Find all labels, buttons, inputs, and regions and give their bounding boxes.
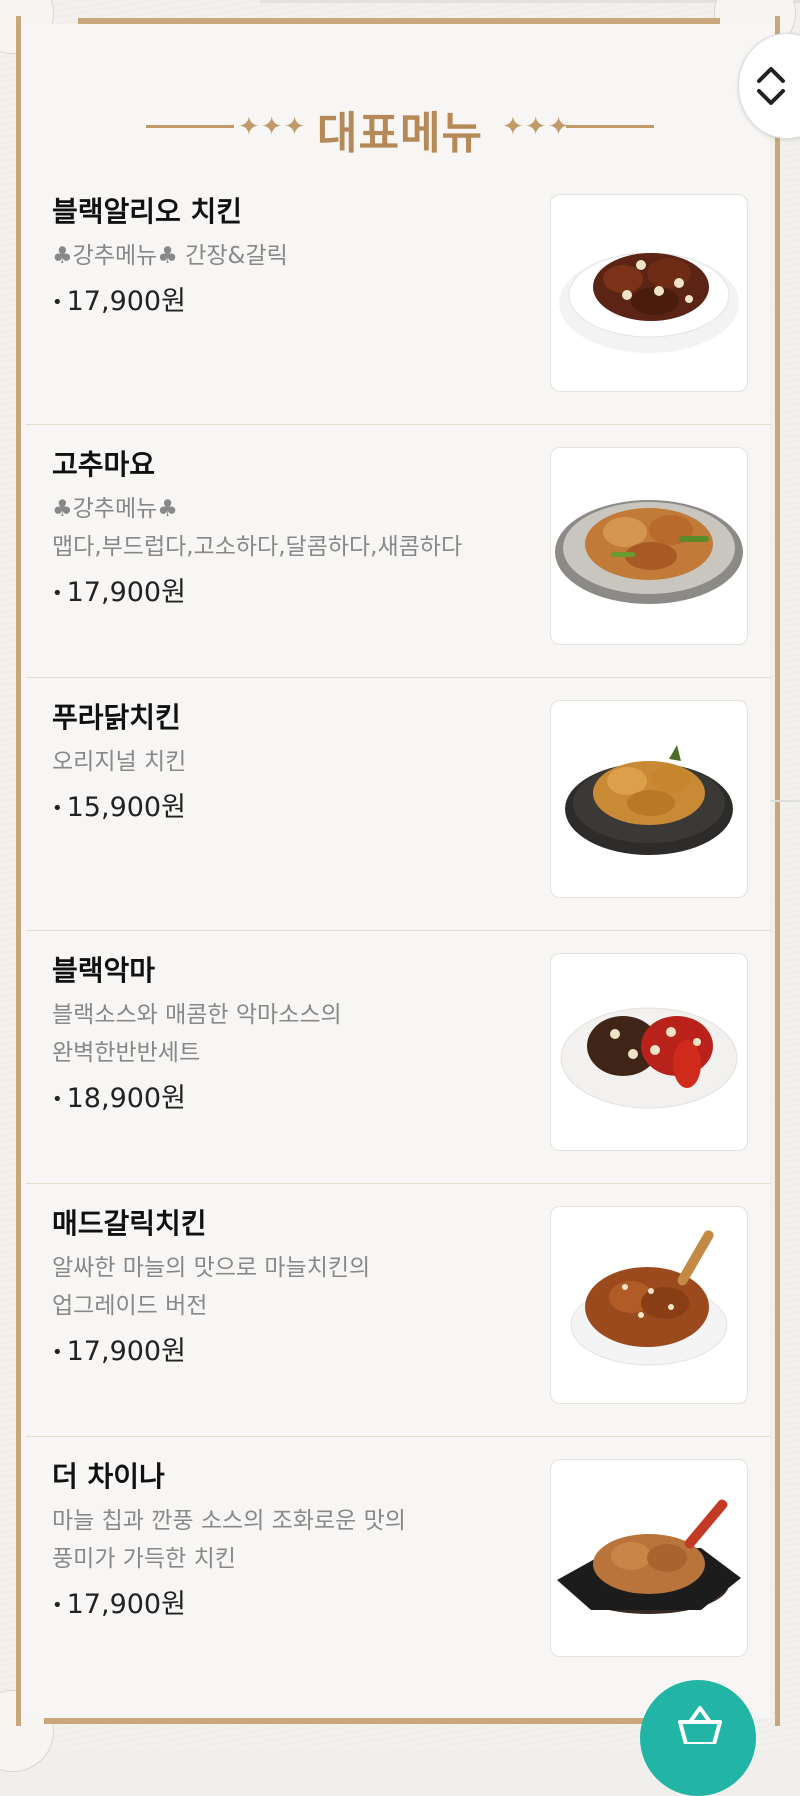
menu-item-text: 블랙알리오 치킨 ♣강추메뉴♣ 간장&갈릭 • 17,900원 — [52, 192, 552, 323]
title-ornament-left: ✦✦✦ — [238, 112, 307, 142]
menu-item-text: 블랙악마 블랙소스와 매콤한 악마소스의 완벽한반반세트 • 18,900원 — [52, 951, 552, 1120]
section-title: 대표메뉴 — [317, 108, 483, 159]
menu-item-description: 알싸한 마늘의 맛으로 마늘치킨의 — [52, 1255, 371, 1281]
menu-item-name: 매드갈릭치킨 — [52, 1207, 207, 1240]
menu-item-photo[interactable] — [550, 447, 748, 645]
menu-item[interactable]: 푸라닭치킨 오리지널 치킨 • 15,900원 — [26, 678, 771, 931]
shopping-basket-icon — [678, 1706, 722, 1744]
title-line-right — [566, 125, 654, 128]
menu-item-name: 블랙알리오 치킨 — [52, 195, 243, 228]
menu-item-text: 고추마요 ♣강추메뉴♣ 맵다,부드럽다,고소하다,달콤하다,새콤하다 • 17,9… — [52, 445, 552, 614]
chicken-photo — [557, 1499, 741, 1614]
menu-item-photo[interactable] — [550, 194, 748, 392]
menu-item-name: 더 차이나 — [52, 1460, 165, 1493]
menu-item-description: 블랙소스와 매콤한 악마소스의 — [52, 1002, 342, 1028]
menu-item-price: • 17,900원 — [52, 577, 186, 608]
menu-item-price: • 17,900원 — [52, 1589, 186, 1620]
menu-item-description: 업그레이드 버전 — [52, 1293, 208, 1319]
menu-item-photo[interactable] — [550, 700, 748, 898]
menu-item[interactable]: 더 차이나 마늘 칩과 깐풍 소스의 조화로운 맛의 풍미가 가득한 치킨 • 1… — [26, 1437, 771, 1690]
title-ornament-right: ✦✦✦ — [502, 112, 571, 142]
menu-item-text: 푸라닭치킨 오리지널 치킨 • 15,900원 — [52, 698, 552, 829]
menu-item-name: 고추마요 — [52, 448, 156, 481]
chicken-photo — [555, 500, 743, 604]
menu-item-photo[interactable] — [550, 1206, 748, 1404]
cart-button[interactable] — [640, 1680, 756, 1796]
side-tick — [770, 800, 800, 802]
price-value: 17,900원 — [66, 577, 186, 608]
menu-item-name: 블랙악마 — [52, 954, 156, 987]
frame-bottom-border — [44, 1718, 744, 1724]
menu-item-description: 오리지널 치킨 — [52, 749, 187, 775]
menu-item[interactable]: 매드갈릭치킨 알싸한 마늘의 맛으로 마늘치킨의 업그레이드 버전 • 17,90… — [26, 1184, 771, 1437]
menu-item-price: • 17,900원 — [52, 1336, 186, 1367]
chicken-photo — [559, 252, 739, 353]
chicken-photo — [560, 1007, 738, 1109]
price-value: 18,900원 — [66, 1083, 186, 1114]
chevron-up-down-icon — [757, 67, 785, 105]
menu-item-name: 푸라닭치킨 — [52, 701, 181, 734]
section-header: ✦✦✦ 대표메뉴 ✦✦✦ — [0, 95, 800, 159]
menu-item-price: • 18,900원 — [52, 1083, 186, 1114]
menu-item-text: 매드갈릭치킨 알싸한 마늘의 맛으로 마늘치킨의 업그레이드 버전 • 17,90… — [52, 1204, 552, 1373]
price-value: 15,900원 — [66, 792, 186, 823]
menu-item-text: 더 차이나 마늘 칩과 깐풍 소스의 조화로운 맛의 풍미가 가득한 치킨 • 1… — [52, 1457, 552, 1626]
menu-item[interactable]: 블랙악마 블랙소스와 매콤한 악마소스의 완벽한반반세트 • 18,900원 — [26, 931, 771, 1184]
menu-item[interactable]: 고추마요 ♣강추메뉴♣ 맵다,부드럽다,고소하다,달콤하다,새콤하다 • 17,9… — [26, 425, 771, 678]
menu-item-description: 완벽한반반세트 — [52, 1040, 201, 1066]
menu-item-description: 맵다,부드럽다,고소하다,달콤하다,새콤하다 — [52, 534, 463, 560]
price-value: 17,900원 — [66, 1589, 186, 1620]
price-value: 17,900원 — [66, 1336, 186, 1367]
menu-item-description: 마늘 칩과 깐풍 소스의 조화로운 맛의 — [52, 1508, 406, 1534]
menu-item-description: ♣강추메뉴♣ — [52, 496, 178, 522]
menu-item-photo[interactable] — [550, 953, 748, 1151]
title-line-left — [146, 125, 234, 128]
menu-list: 블랙알리오 치킨 ♣강추메뉴♣ 간장&갈릭 • 17,900원 고추마요 ♣강추… — [26, 172, 771, 1690]
menu-item-price: • 17,900원 — [52, 286, 186, 317]
chicken-photo — [570, 1230, 728, 1366]
price-value: 17,900원 — [66, 286, 186, 317]
menu-item-description: ♣강추메뉴♣ 간장&갈릭 — [52, 243, 288, 269]
menu-item-description: 풍미가 가득한 치킨 — [52, 1546, 236, 1572]
menu-item-price: • 15,900원 — [52, 792, 186, 823]
menu-item[interactable]: 블랙알리오 치킨 ♣강추메뉴♣ 간장&갈릭 • 17,900원 — [26, 172, 771, 425]
chicken-photo — [565, 745, 733, 855]
menu-item-photo[interactable] — [550, 1459, 748, 1657]
